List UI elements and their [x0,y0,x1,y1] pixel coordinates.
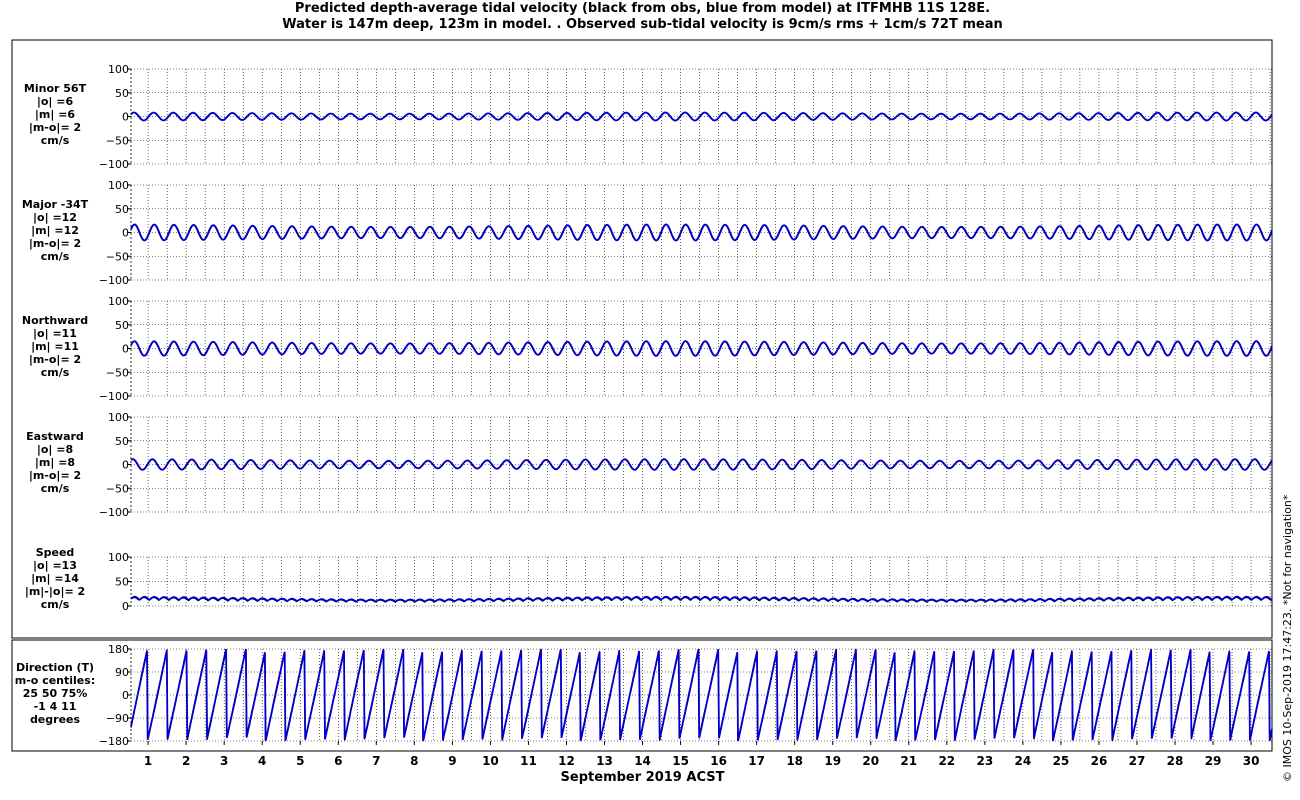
y-tick-label: −100 [99,390,129,403]
y-tick-label: −50 [106,250,129,263]
x-tick-label: 4 [258,754,266,768]
x-tick-label: 3 [220,754,228,768]
x-axis-title: September 2019 ACST [560,770,725,785]
x-tick-label: 19 [824,754,841,768]
y-tick-label: 0 [122,459,129,472]
x-tick-label: 23 [976,754,993,768]
y-tick-label: 0 [122,689,129,702]
y-tick-label: 100 [108,295,129,308]
y-tick-label: 50 [115,576,129,589]
figure-frame-top [11,39,1273,639]
x-tick-label: 16 [710,754,727,768]
x-tick-label: 15 [672,754,689,768]
x-tick-label: 30 [1243,754,1260,768]
x-tick-label: 26 [1091,754,1108,768]
y-tick-label: 0 [122,600,129,613]
x-tick-label: 1 [144,754,152,768]
x-tick-label: 13 [596,754,613,768]
y-tick-label: 50 [115,319,129,332]
y-tick-label: −50 [106,134,129,147]
y-tick-label: −100 [99,274,129,287]
x-tick-label: 24 [1015,754,1032,768]
credit-text: © IMOS 10-Sep-2019 17:47:23. *Not for na… [1281,494,1294,782]
tidal-velocity-chart: −100−50050100−100−50050100−100−50050100−… [11,39,1273,768]
y-tick-label: 90 [115,666,129,679]
x-tick-label: 17 [748,754,765,768]
y-tick-label: 100 [108,411,129,424]
y-tick-label: 0 [122,111,129,124]
x-tick-label: 29 [1205,754,1222,768]
y-tick-label: 50 [115,435,129,448]
x-tick-label: 9 [448,754,456,768]
y-tick-label: 180 [108,643,129,656]
y-tick-label: 0 [122,343,129,356]
y-tick-label: −100 [99,158,129,171]
x-tick-label: 7 [372,754,380,768]
y-tick-label: −90 [106,712,129,725]
x-tick-label: 25 [1053,754,1070,768]
y-tick-label: 50 [115,87,129,100]
x-tick-label: 12 [558,754,575,768]
y-tick-label: −100 [99,506,129,519]
series-layer [130,111,1273,742]
x-tick-label: 2 [182,754,190,768]
y-tick-label: 100 [108,179,129,192]
y-tick-label: 50 [115,203,129,216]
y-tick-label: 100 [108,63,129,76]
y-tick-label: 100 [108,551,129,564]
x-tick-label: 14 [634,754,651,768]
x-tick-label: 8 [410,754,418,768]
y-tick-label: 0 [122,227,129,240]
y-tick-label: −50 [106,482,129,495]
x-tick-label: 22 [938,754,955,768]
y-tick-label: −50 [106,366,129,379]
x-tick-label: 28 [1167,754,1184,768]
x-tick-label: 21 [900,754,917,768]
y-tick-label: −180 [99,735,129,748]
x-tick-label: 10 [482,754,499,768]
x-tick-label: 5 [296,754,304,768]
x-tick-label: 27 [1129,754,1146,768]
x-tick-label: 6 [334,754,342,768]
x-tick-label: 20 [862,754,879,768]
x-tick-label: 18 [786,754,803,768]
x-tick-label: 11 [520,754,537,768]
series-model-speed [130,595,1273,603]
